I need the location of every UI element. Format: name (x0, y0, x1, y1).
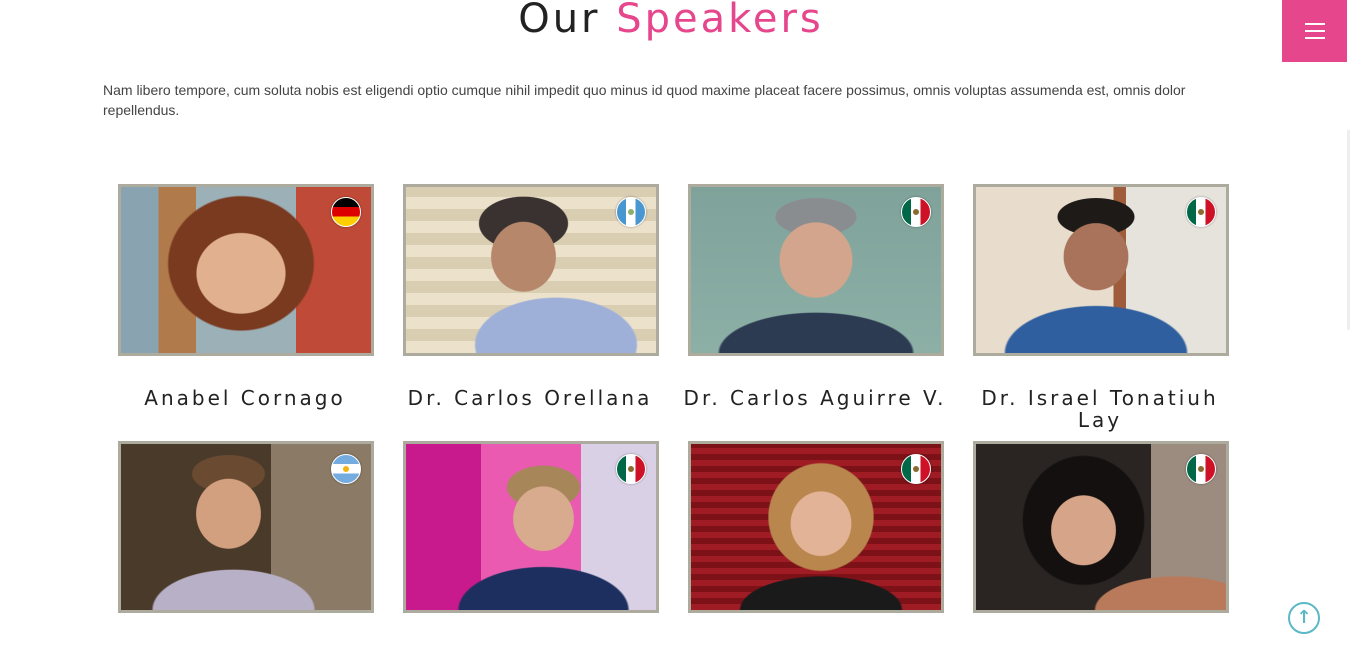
flag-mexico-icon (1186, 454, 1216, 484)
speaker-name: Dr. Israel Tonatiuh Lay (981, 386, 1219, 432)
arrow-up-circle-icon: ↑ (1296, 607, 1312, 628)
speaker-card[interactable] (403, 184, 659, 356)
speaker-card[interactable] (688, 441, 944, 613)
title-main: Our (518, 0, 601, 42)
flag-argentina-icon (331, 454, 361, 484)
flag-germany-icon (331, 197, 361, 227)
menu-button[interactable] (1282, 0, 1347, 62)
flag-mexico-icon (616, 454, 646, 484)
speaker-card[interactable] (118, 184, 374, 356)
speaker-card[interactable] (973, 441, 1229, 613)
hamburger-icon-line (1304, 37, 1325, 39)
speaker-name: Dr. Carlos Aguirre V. (683, 386, 947, 410)
speaker-card[interactable] (688, 184, 944, 356)
page-title: Our Speakers (0, 0, 1342, 42)
flag-mexico-icon (1186, 197, 1216, 227)
flag-mexico-icon (901, 197, 931, 227)
hamburger-icon (1304, 23, 1325, 25)
flag-mexico-icon (901, 454, 931, 484)
scroll-to-top-button[interactable]: ↑ (1288, 602, 1320, 634)
flag-guatemala-icon (616, 197, 646, 227)
speaker-name: Dr. Carlos Orellana (407, 386, 653, 410)
speaker-card[interactable] (403, 441, 659, 613)
title-accent: Speakers (616, 0, 824, 42)
intro-text: Nam libero tempore, cum soluta nobis est… (103, 82, 1186, 118)
speaker-card[interactable] (973, 184, 1229, 356)
speaker-name: Anabel Cornago (144, 386, 346, 410)
hamburger-icon-line (1304, 30, 1325, 32)
speaker-card[interactable] (118, 441, 374, 613)
